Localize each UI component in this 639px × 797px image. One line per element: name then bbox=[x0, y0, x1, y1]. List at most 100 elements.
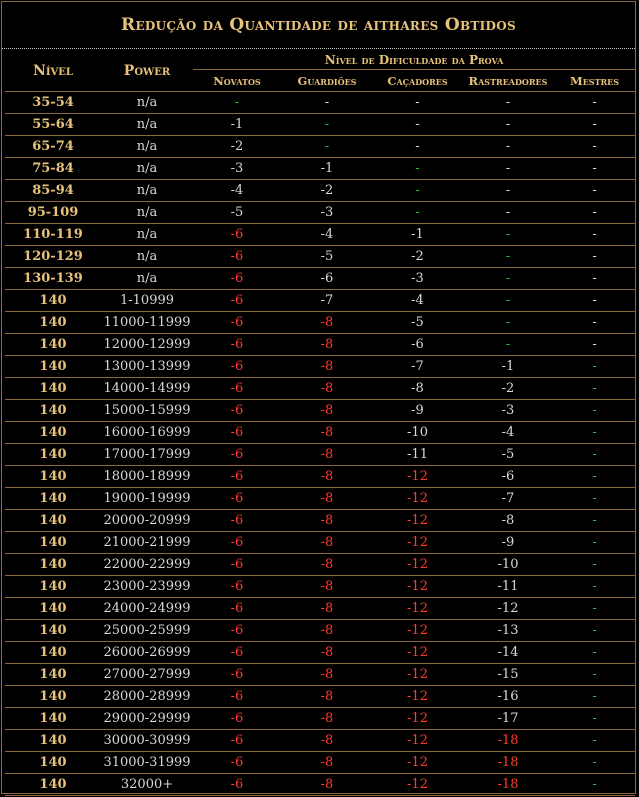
level-cell: 140 bbox=[5, 289, 101, 312]
level-cell: 110-119 bbox=[5, 223, 101, 246]
reduction-cell: - bbox=[462, 223, 554, 246]
reduction-cell: -8 bbox=[281, 685, 373, 708]
reduction-cell: -4 bbox=[193, 179, 281, 202]
reduction-cell: - bbox=[281, 135, 373, 158]
reduction-cell: - bbox=[462, 311, 554, 334]
reduction-cell: - bbox=[554, 179, 636, 202]
table-row: 140 11000-11999 -6 -8 -5- - bbox=[5, 311, 636, 334]
level-cell: 140 bbox=[5, 531, 101, 554]
power-cell: 20000-20999 bbox=[101, 509, 193, 532]
reduction-cell: - bbox=[554, 135, 636, 158]
reduction-cell: -6 bbox=[193, 443, 281, 466]
reduction-cell: -5 bbox=[193, 201, 281, 224]
reduction-cell: - bbox=[462, 179, 554, 202]
reduction-cell: -12 bbox=[373, 773, 462, 796]
power-cell: 30000-30999 bbox=[101, 729, 193, 752]
reduction-cell: - bbox=[281, 91, 373, 114]
reduction-cell: -9 bbox=[373, 399, 462, 422]
reduction-cell: -1 bbox=[373, 223, 462, 246]
reduction-cell: - bbox=[554, 157, 636, 180]
power-cell: 16000-16999 bbox=[101, 421, 193, 444]
reduction-cell: -8 bbox=[462, 509, 554, 532]
header-level: Nível bbox=[5, 51, 101, 92]
table-row: 140 25000-25999 -6 -8 -12 -13- bbox=[5, 619, 636, 642]
reduction-cell: -6 bbox=[193, 751, 281, 774]
level-cell: 130-139 bbox=[5, 267, 101, 290]
power-cell: 32000+ bbox=[101, 773, 193, 796]
reduction-cell: -6 bbox=[193, 267, 281, 290]
reduction-cell: -17 bbox=[462, 707, 554, 730]
power-cell: n/a bbox=[101, 179, 193, 202]
reduction-cell: -4 bbox=[462, 421, 554, 444]
reduction-cell: - bbox=[554, 509, 636, 532]
power-cell: 17000-17999 bbox=[101, 443, 193, 466]
header-cacadores: Caçadores bbox=[373, 69, 462, 92]
level-cell: 35-54 bbox=[5, 91, 101, 114]
table-row: 140 24000-24999 -6 -8 -12 -12- bbox=[5, 597, 636, 620]
reduction-cell: -8 bbox=[281, 729, 373, 752]
reduction-cell: -6 bbox=[281, 267, 373, 290]
reduction-cell: -18 bbox=[462, 751, 554, 774]
level-cell: 140 bbox=[5, 509, 101, 532]
reduction-cell: -10 bbox=[373, 421, 462, 444]
reduction-cell: -6 bbox=[193, 465, 281, 488]
reduction-cell: -5 bbox=[281, 245, 373, 268]
reduction-cell: - bbox=[462, 157, 554, 180]
reduction-cell: - bbox=[462, 91, 554, 114]
reduction-cell: - bbox=[193, 91, 281, 114]
reduction-cell: -2 bbox=[373, 245, 462, 268]
power-cell: 13000-13999 bbox=[101, 355, 193, 378]
reduction-cell: - bbox=[554, 289, 636, 312]
power-cell: 21000-21999 bbox=[101, 531, 193, 554]
reduction-cell: -6 bbox=[193, 663, 281, 686]
reduction-cell: -8 bbox=[281, 465, 373, 488]
power-cell: 23000-23999 bbox=[101, 575, 193, 598]
reduction-cell: - bbox=[554, 663, 636, 686]
power-cell: n/a bbox=[101, 267, 193, 290]
power-cell: 1-10999 bbox=[101, 289, 193, 312]
reduction-cell: -11 bbox=[373, 443, 462, 466]
level-cell: 140 bbox=[5, 597, 101, 620]
reduction-cell: -6 bbox=[193, 685, 281, 708]
reduction-cell: - bbox=[554, 465, 636, 488]
power-cell: 31000-31999 bbox=[101, 751, 193, 774]
table-row: 130-139 n/a -6 -6 -3- - bbox=[5, 267, 636, 290]
reduction-cell: -11 bbox=[462, 575, 554, 598]
reduction-cell: -8 bbox=[281, 421, 373, 444]
reduction-cell: -6 bbox=[193, 355, 281, 378]
power-cell: 12000-12999 bbox=[101, 333, 193, 356]
level-cell: 95-109 bbox=[5, 201, 101, 224]
reduction-cell: -6 bbox=[193, 311, 281, 334]
power-cell: 27000-27999 bbox=[101, 663, 193, 686]
level-cell: 55-64 bbox=[5, 113, 101, 136]
reduction-cell: - bbox=[554, 487, 636, 510]
header-rastreadores: Rastreadores bbox=[462, 69, 554, 92]
level-cell: 140 bbox=[5, 465, 101, 488]
level-cell: 140 bbox=[5, 685, 101, 708]
reduction-cell: -12 bbox=[373, 619, 462, 642]
power-cell: n/a bbox=[101, 223, 193, 246]
reduction-cell: - bbox=[554, 773, 636, 796]
reduction-cell: -4 bbox=[281, 223, 373, 246]
reduction-cell: - bbox=[554, 245, 636, 268]
level-cell: 140 bbox=[5, 751, 101, 774]
table-row: 140 21000-21999 -6 -8 -12 -9- bbox=[5, 531, 636, 554]
reduction-cell: -12 bbox=[373, 707, 462, 730]
reduction-cell: -6 bbox=[193, 223, 281, 246]
power-cell: 22000-22999 bbox=[101, 553, 193, 576]
level-cell: 65-74 bbox=[5, 135, 101, 158]
reduction-cell: -6 bbox=[193, 509, 281, 532]
reduction-cell: -6 bbox=[193, 421, 281, 444]
reduction-cell: - bbox=[462, 113, 554, 136]
level-cell: 140 bbox=[5, 311, 101, 334]
level-cell: 140 bbox=[5, 663, 101, 686]
reduction-cell: -6 bbox=[193, 597, 281, 620]
level-cell: 140 bbox=[5, 773, 101, 796]
reduction-cell: -6 bbox=[193, 553, 281, 576]
reduction-cell: -4 bbox=[373, 289, 462, 312]
power-cell: 15000-15999 bbox=[101, 399, 193, 422]
power-cell: 29000-29999 bbox=[101, 707, 193, 730]
reduction-cell: -8 bbox=[281, 773, 373, 796]
power-cell: 19000-19999 bbox=[101, 487, 193, 510]
header-power: Power bbox=[101, 51, 193, 92]
